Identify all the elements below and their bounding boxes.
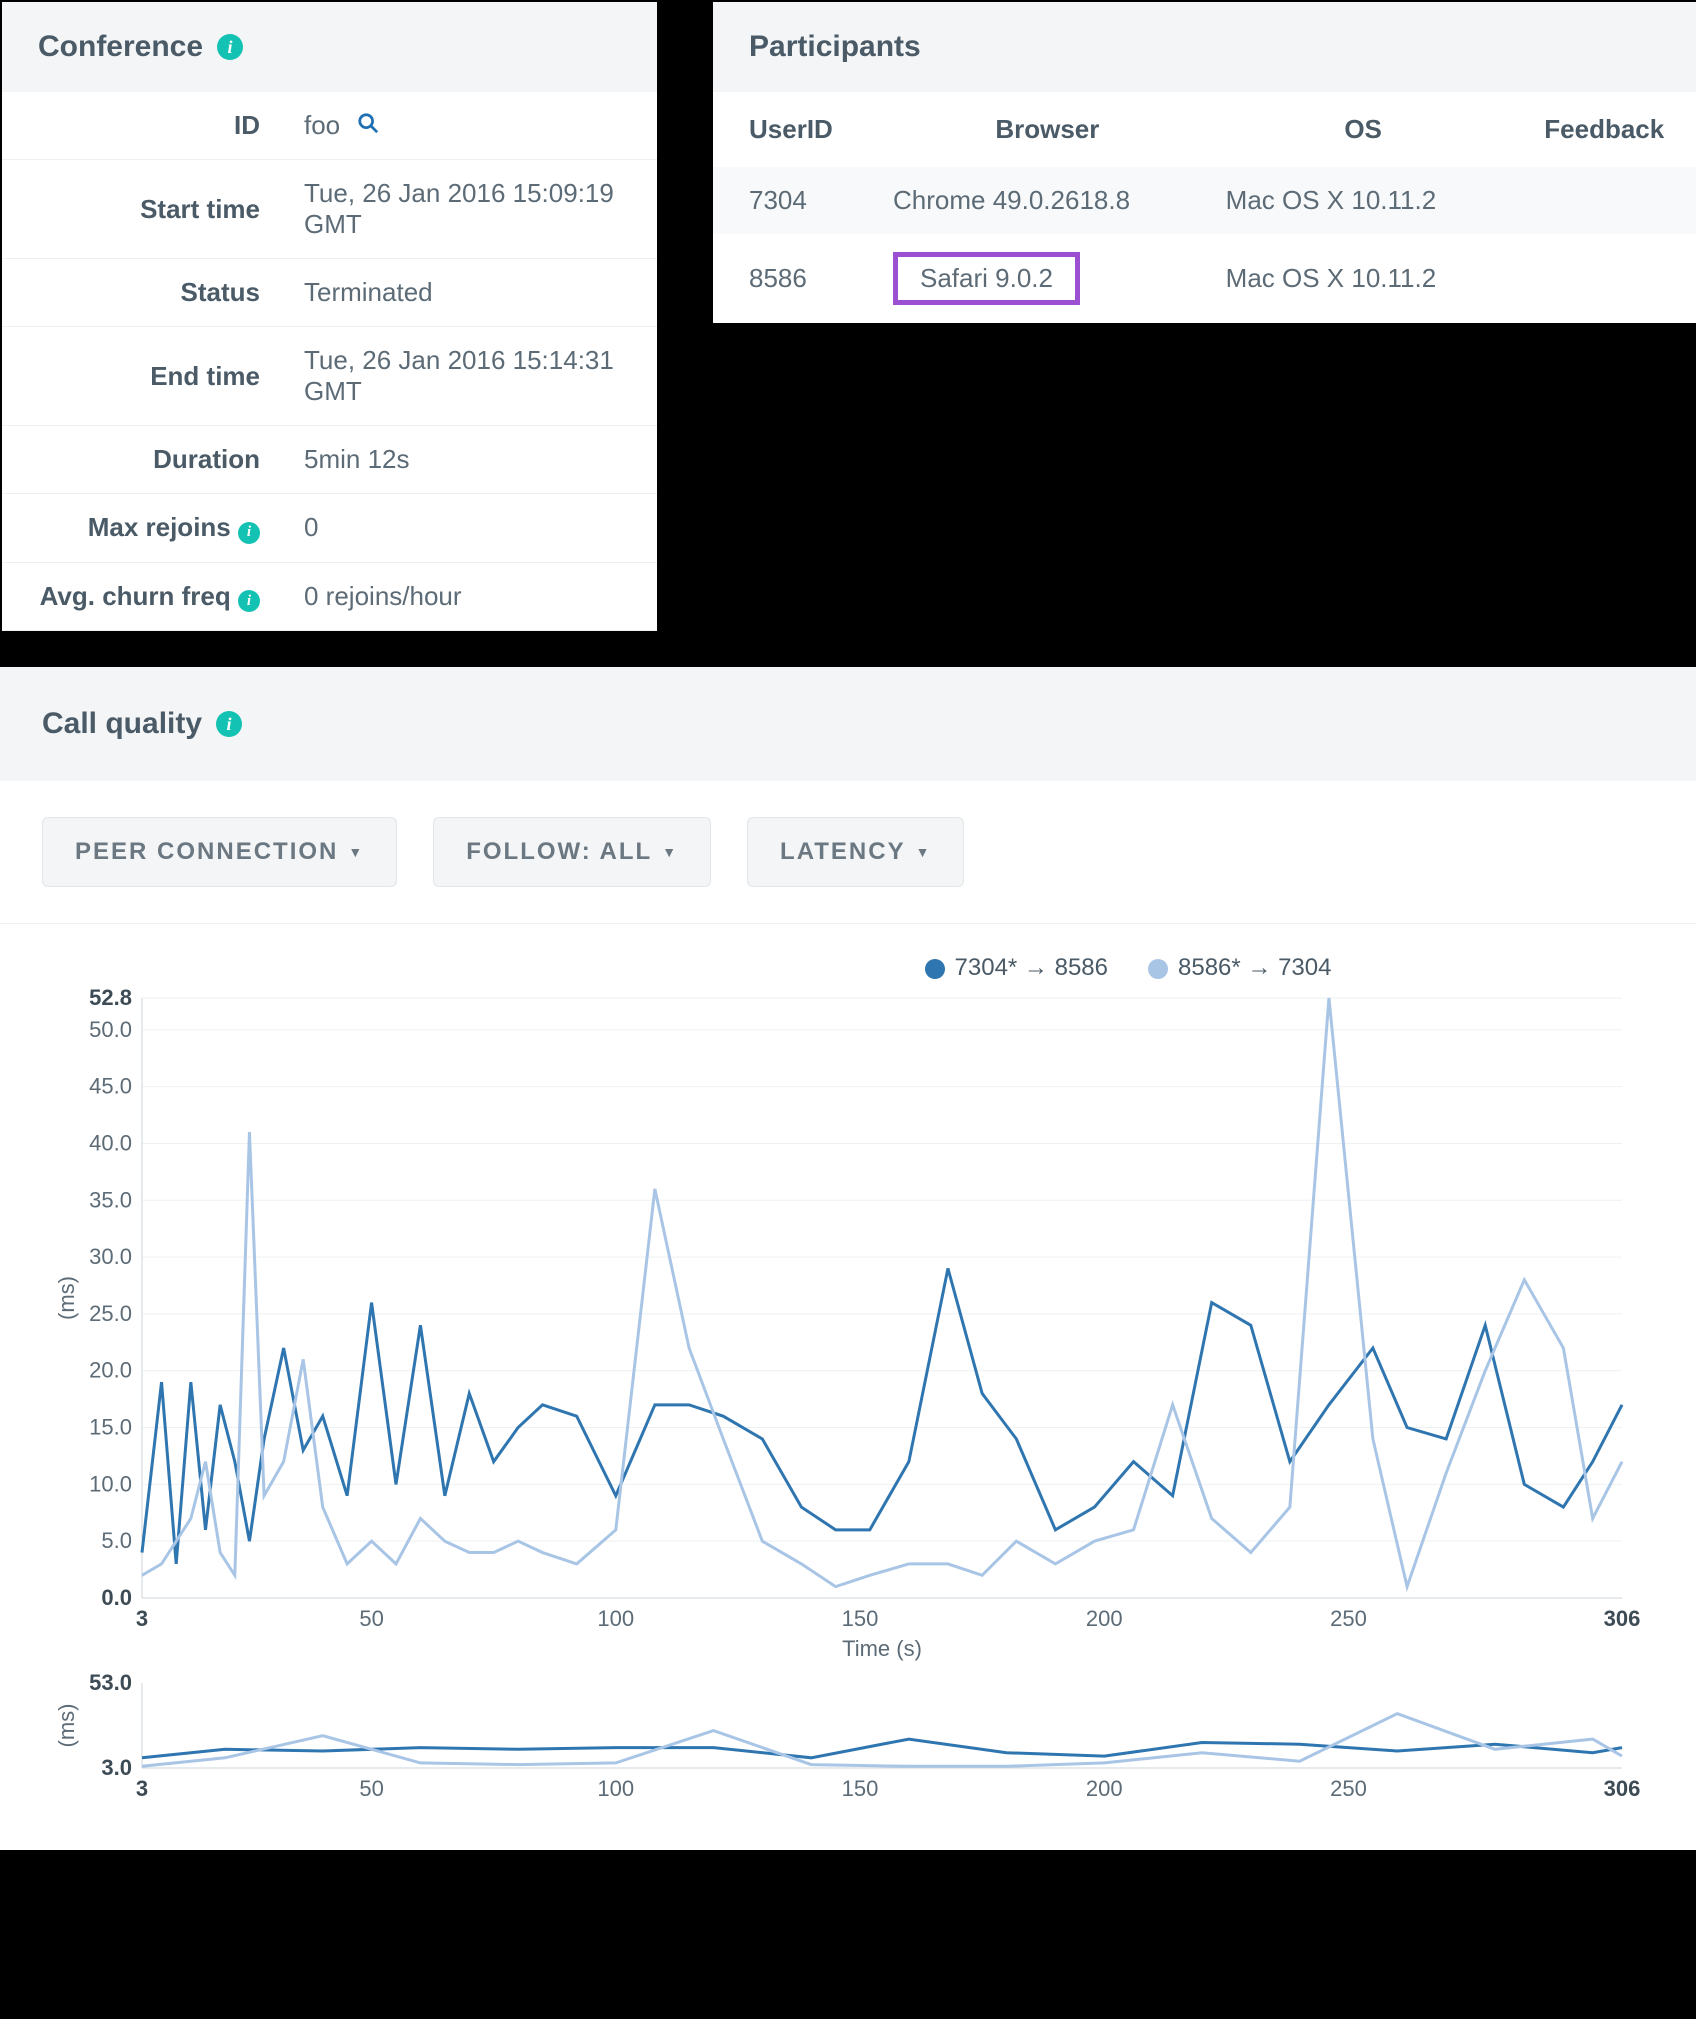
svg-text:306: 306 [1604, 1606, 1641, 1631]
table-row[interactable]: 7304Chrome 49.0.2618.8Mac OS X 10.11.2 [713, 167, 1696, 234]
conference-panel: Conference i ID foo Start timeTue, 26 Ja… [2, 2, 657, 631]
cell-browser: Chrome 49.0.2618.8 [881, 167, 1214, 234]
conference-id: foo [304, 110, 340, 140]
svg-text:52.8: 52.8 [89, 988, 132, 1010]
svg-text:200: 200 [1086, 1776, 1123, 1801]
row-value: Tue, 26 Jan 2016 15:14:31 GMT [282, 327, 657, 426]
row-value: Terminated [282, 259, 657, 327]
conference-title: Conference [38, 30, 203, 64]
caret-down-icon: ▼ [348, 844, 364, 860]
svg-text:30.0: 30.0 [89, 1244, 132, 1269]
svg-text:20.0: 20.0 [89, 1358, 132, 1383]
chart-area: 7304* → 8586 8586* → 7304 0.0 5.0 10.0 15.0… [0, 924, 1696, 1850]
caret-down-icon: ▼ [662, 844, 678, 860]
row-label: ID [2, 92, 282, 160]
row-value: Tue, 26 Jan 2016 15:09:19 GMT [282, 160, 657, 259]
table-row: Max rejoins i0 [2, 494, 657, 563]
col-feedback: Feedback [1513, 92, 1696, 167]
participants-table: UserID Browser OS Feedback 7304Chrome 49… [713, 92, 1696, 323]
caret-down-icon: ▼ [916, 844, 932, 860]
svg-text:100: 100 [597, 1776, 634, 1801]
info-icon[interactable]: i [238, 590, 260, 612]
svg-text:10.0: 10.0 [89, 1471, 132, 1496]
legend-item[interactable]: 8586* → 7304 [1148, 954, 1331, 982]
svg-text:150: 150 [842, 1606, 879, 1631]
svg-text:250: 250 [1330, 1606, 1367, 1631]
svg-text:40.0: 40.0 [89, 1130, 132, 1155]
cell-os: Mac OS X 10.11.2 [1214, 167, 1513, 234]
participants-title: Participants [749, 30, 921, 64]
svg-text:306: 306 [1604, 1776, 1641, 1801]
svg-text:Time (s): Time (s) [842, 1636, 922, 1661]
svg-text:(ms): (ms) [54, 1704, 79, 1748]
col-browser: Browser [881, 92, 1214, 167]
table-row: Duration5min 12s [2, 426, 657, 494]
table-row: Start timeTue, 26 Jan 2016 15:09:19 GMT [2, 160, 657, 259]
row-label: End time [2, 327, 282, 426]
legend-item[interactable]: 7304* → 8586 [925, 954, 1108, 982]
cell-userid: 7304 [713, 167, 881, 234]
row-value: 0 [282, 494, 657, 563]
row-label: Max rejoins i [2, 494, 282, 563]
table-row[interactable]: 8586Safari 9.0.2Mac OS X 10.11.2 [713, 234, 1696, 323]
cell-browser: Safari 9.0.2 [881, 234, 1214, 323]
row-value: foo [282, 92, 657, 160]
latency-chart[interactable]: 0.0 5.0 10.0 15.0 20.0 25.0 30.0 35.0 40.0 45.0 50… [42, 988, 1642, 1668]
row-label: Start time [2, 160, 282, 259]
svg-text:150: 150 [842, 1776, 879, 1801]
col-userid: UserID [713, 92, 881, 167]
cell-feedback [1513, 167, 1696, 234]
cell-feedback [1513, 234, 1696, 323]
svg-text:50.0: 50.0 [89, 1017, 132, 1042]
svg-text:250: 250 [1330, 1776, 1367, 1801]
svg-text:50: 50 [359, 1606, 383, 1631]
legend-dot-icon [925, 959, 945, 979]
row-value: 5min 12s [282, 426, 657, 494]
cell-os: Mac OS X 10.11.2 [1214, 234, 1513, 323]
peer-connection-dropdown[interactable]: PEER CONNECTION▼ [42, 817, 397, 887]
table-row: StatusTerminated [2, 259, 657, 327]
svg-text:53.0: 53.0 [89, 1673, 132, 1695]
conference-table: ID foo Start timeTue, 26 Jan 2016 15:09:… [2, 92, 657, 631]
table-row: Avg. churn freq i0 rejoins/hour [2, 562, 657, 631]
svg-text:35.0: 35.0 [89, 1187, 132, 1212]
call-quality-header: Call quality i [0, 667, 1696, 781]
svg-text:100: 100 [597, 1606, 634, 1631]
svg-text:(ms): (ms) [54, 1276, 79, 1320]
svg-text:45.0: 45.0 [89, 1074, 132, 1099]
svg-text:25.0: 25.0 [89, 1301, 132, 1326]
row-label: Avg. churn freq i [2, 562, 282, 631]
svg-text:50: 50 [359, 1776, 383, 1801]
svg-text:3: 3 [136, 1606, 148, 1631]
info-icon[interactable]: i [238, 522, 260, 544]
table-row: End timeTue, 26 Jan 2016 15:14:31 GMT [2, 327, 657, 426]
cell-userid: 8586 [713, 234, 881, 323]
conference-header: Conference i [2, 2, 657, 92]
svg-text:3: 3 [136, 1776, 148, 1801]
call-quality-title: Call quality [42, 707, 202, 741]
table-row: ID foo [2, 92, 657, 160]
row-label: Status [2, 259, 282, 327]
info-icon[interactable]: i [216, 711, 242, 737]
call-quality-panel: Call quality i PEER CONNECTION▼ FOLLOW: … [0, 667, 1696, 1850]
svg-text:15.0: 15.0 [89, 1415, 132, 1440]
metric-dropdown[interactable]: LATENCY▼ [747, 817, 964, 887]
svg-text:5.0: 5.0 [101, 1528, 132, 1553]
legend-dot-icon [1148, 959, 1168, 979]
svg-text:0.0: 0.0 [101, 1585, 132, 1610]
chart-legend: 7304* → 8586 8586* → 7304 [602, 954, 1654, 982]
search-icon[interactable] [357, 110, 379, 140]
row-label: Duration [2, 426, 282, 494]
participants-panel: Participants UserID Browser OS Feedback … [713, 2, 1696, 323]
row-value: 0 rejoins/hour [282, 562, 657, 631]
svg-text:200: 200 [1086, 1606, 1123, 1631]
svg-text:3.0: 3.0 [101, 1755, 132, 1780]
follow-dropdown[interactable]: FOLLOW: ALL▼ [433, 817, 711, 887]
filter-row: PEER CONNECTION▼ FOLLOW: ALL▼ LATENCY▼ [0, 781, 1696, 924]
col-os: OS [1214, 92, 1513, 167]
info-icon[interactable]: i [217, 34, 243, 60]
participants-header: Participants [713, 2, 1696, 92]
latency-overview-chart[interactable]: 3.0 53.0 3 50 100 150 200 250 306 (ms) [42, 1673, 1642, 1803]
